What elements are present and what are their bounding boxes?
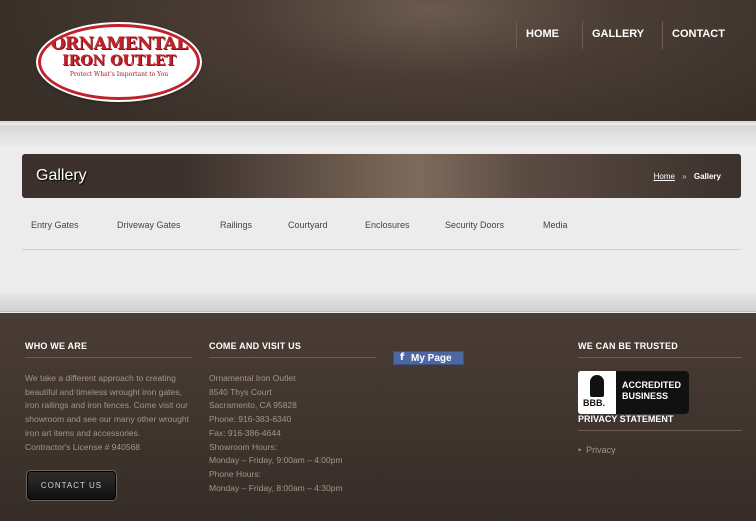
site-header: ORNAMENTAL IRON OUTLET Protect What's Im… (0, 0, 756, 123)
category-railings[interactable]: Railings (220, 220, 252, 230)
breadcrumb: Home » Gallery (654, 172, 721, 181)
site-footer: WHO WE ARE We take a different approach … (0, 313, 756, 521)
category-courtyard[interactable]: Courtyard (288, 220, 328, 230)
privacy-section: PRIVACY STATEMENT (578, 414, 742, 431)
footer-who-we-are: WHO WE ARE We take a different approach … (25, 341, 192, 454)
site-logo[interactable]: ORNAMENTAL IRON OUTLET Protect What's Im… (38, 24, 200, 100)
content-divider (22, 249, 741, 250)
breadcrumb-current: Gallery (693, 172, 721, 181)
facebook-label: My Page (411, 352, 452, 364)
who-we-are-heading: WHO WE ARE (25, 341, 192, 358)
visit-line: 8540 Thys Court (209, 386, 272, 397)
footer-band (0, 293, 756, 312)
category-driveway-gates[interactable]: Driveway Gates (117, 220, 181, 230)
visit-line: Phone Hours: (209, 468, 261, 479)
visit-us-heading: COME AND VISIT US (209, 341, 376, 358)
breadcrumb-separator: » (682, 172, 687, 181)
category-entry-gates[interactable]: Entry Gates (31, 220, 79, 230)
nav-home[interactable]: HOME (516, 21, 582, 49)
visit-line: Showroom Hours: (209, 441, 278, 452)
nav-contact[interactable]: CONTACT (662, 21, 742, 49)
contact-us-button[interactable]: CONTACT US (27, 471, 116, 500)
category-enclosures[interactable]: Enclosures (365, 220, 410, 230)
main-nav: HOME GALLERY CONTACT (516, 21, 742, 49)
privacy-heading: PRIVACY STATEMENT (578, 414, 742, 431)
bbb-line2: BUSINESS (622, 391, 669, 401)
category-media[interactable]: Media (543, 220, 568, 230)
bbb-accredited-badge[interactable]: BBB. ACCREDITED BUSINESS (578, 371, 689, 414)
visit-line: Phone: 916-383-6340 (209, 414, 292, 425)
privacy-link-label: Privacy (586, 445, 616, 455)
nav-gallery[interactable]: GALLERY (582, 21, 662, 49)
header-band (0, 125, 756, 150)
gallery-content: Entry Gates Driveway Gates Railings Cour… (0, 198, 756, 293)
bbb-line1: ACCREDITED (622, 380, 682, 390)
logo-line1: ORNAMENTAL (50, 34, 188, 54)
logo-tagline: Protect What's Important to You (69, 71, 169, 78)
breadcrumb-home-link[interactable]: Home (654, 172, 675, 181)
category-security-doors[interactable]: Security Doors (445, 220, 504, 230)
facebook-page-button[interactable]: f My Page (393, 351, 464, 365)
bbb-seal-icon: BBB. (578, 371, 616, 414)
visit-line: Monday – Friday, 9:00am – 4:00pm (209, 455, 343, 466)
visit-line: Monday – Friday, 8:00am – 4:30pm (209, 482, 343, 493)
bbb-torch-shape (590, 375, 604, 397)
visit-line: Ornamental Iron Outlet (209, 373, 296, 383)
contractor-license: Contractor's License # 940568 (25, 441, 141, 452)
visit-line: Sacramento, CA 95828 (209, 400, 297, 411)
trusted-heading: WE CAN BE TRUSTED (578, 341, 742, 358)
bbb-accredited-text: ACCREDITED BUSINESS (616, 371, 689, 414)
page-title-bar: Gallery Home » Gallery (22, 154, 741, 198)
who-we-are-text: We take a different approach to creating… (25, 373, 189, 438)
privacy-link[interactable]: • Privacy (578, 445, 616, 455)
logo-line2: IRON OUTLET (62, 53, 176, 69)
facebook-icon: f (399, 352, 405, 363)
bbb-seal-text: BBB. (583, 398, 605, 408)
page-title: Gallery (36, 167, 87, 184)
visit-line: Fax: 916-386-4644 (209, 427, 281, 438)
privacy-bullet: • (578, 445, 582, 455)
footer-trusted: WE CAN BE TRUSTED (578, 341, 742, 372)
footer-visit-us: COME AND VISIT US Ornamental Iron Outlet… (209, 341, 376, 495)
